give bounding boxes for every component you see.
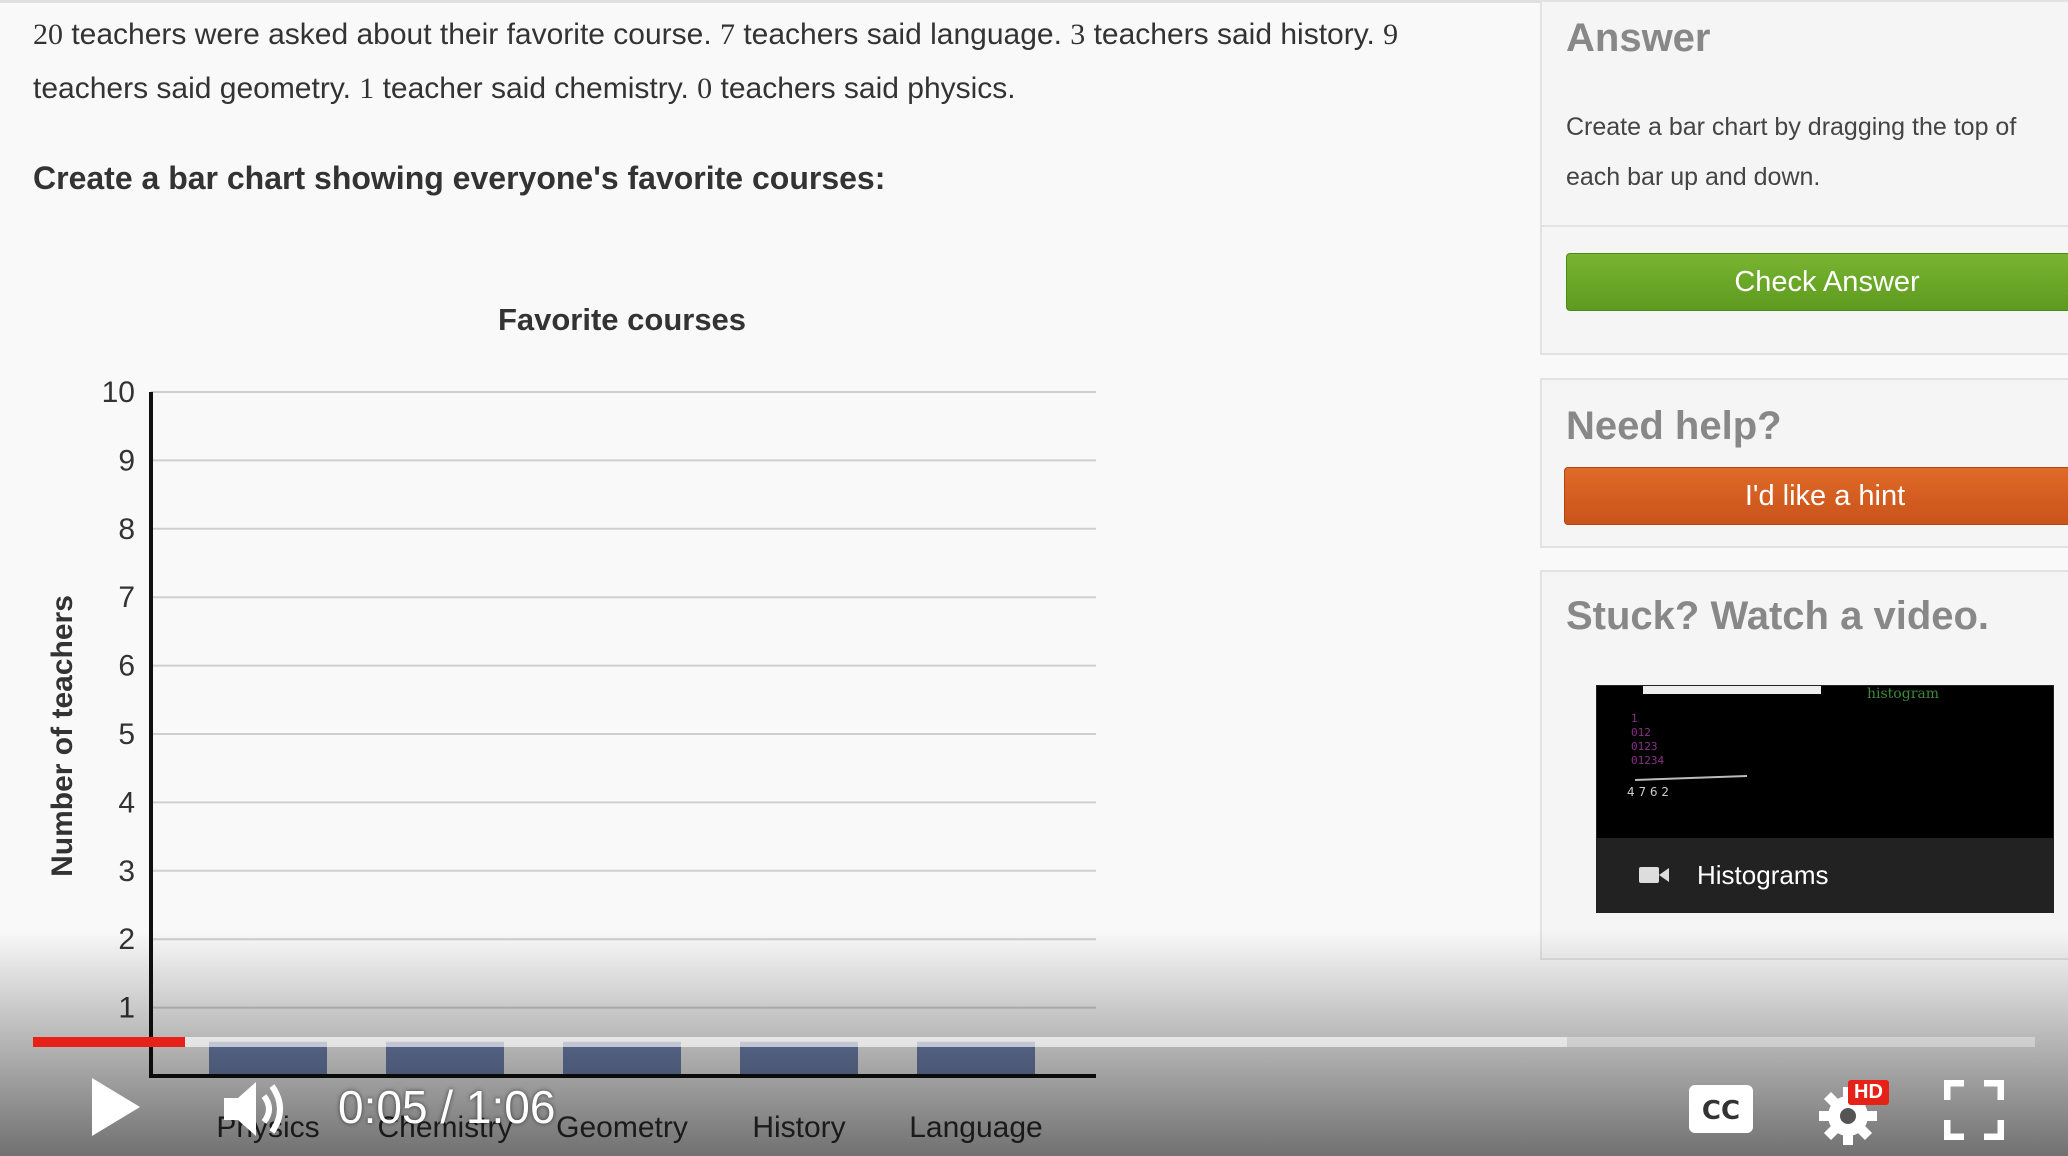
svg-text:1: 1 bbox=[1631, 712, 1638, 725]
cc-label: CC bbox=[1702, 1096, 1740, 1126]
divider bbox=[1542, 225, 2068, 227]
problem-text-4: teachers said geometry. bbox=[33, 72, 360, 105]
problem-text-1: teachers were asked about their favorite… bbox=[63, 18, 721, 51]
hd-badge: HD bbox=[1848, 1080, 1889, 1105]
video-preview-image: 1 012 0123 01234 4 7 6 2 histogram bbox=[1627, 686, 1939, 799]
answer-title: Answer bbox=[1566, 16, 1711, 60]
check-answer-button[interactable]: Check Answer bbox=[1566, 253, 2068, 311]
hint-button[interactable]: I'd like a hint bbox=[1564, 467, 2068, 525]
svg-text:histogram: histogram bbox=[1867, 686, 1939, 702]
svg-text:0123: 0123 bbox=[1631, 740, 1658, 753]
problem-text-5: teacher said chemistry. bbox=[374, 72, 698, 105]
number-physics: 0 bbox=[697, 72, 713, 105]
y-axis-label: Number of teachers bbox=[46, 595, 79, 877]
time-display: 0:05 / 1:06 bbox=[338, 1081, 556, 1133]
video-thumbnail[interactable]: 1 012 0123 01234 4 7 6 2 histogram Histo… bbox=[1596, 685, 2054, 913]
problem-text-3: teachers said history. bbox=[1085, 18, 1384, 51]
svg-text:012: 012 bbox=[1631, 726, 1651, 739]
number-geometry: 9 bbox=[1383, 18, 1399, 51]
number-chemistry: 1 bbox=[359, 72, 375, 105]
svg-text:01234: 01234 bbox=[1631, 754, 1664, 767]
settings-icon[interactable]: HD bbox=[1818, 1080, 1892, 1151]
problem-statement: 20 teachers were asked about their favor… bbox=[33, 8, 1473, 116]
y-tick-label: 5 bbox=[118, 718, 135, 751]
progress-buffered bbox=[33, 1037, 1567, 1047]
y-tick-labels: 12345678910 bbox=[102, 376, 135, 1025]
grid-lines bbox=[151, 391, 1096, 1009]
answer-description: Create a bar chart by dragging the top o… bbox=[1566, 113, 2017, 191]
y-tick-label: 3 bbox=[118, 855, 135, 888]
number-total: 20 bbox=[33, 18, 63, 51]
progress-played bbox=[33, 1037, 186, 1047]
y-tick-label: 10 bbox=[102, 376, 135, 409]
instruction-text: Create a bar chart showing everyone's fa… bbox=[33, 160, 886, 196]
answer-panel: Answer Create a bar chart by dragging th… bbox=[1540, 0, 2068, 355]
chart-title: Favorite courses bbox=[498, 302, 746, 337]
svg-text:4 7 6 2: 4 7 6 2 bbox=[1627, 785, 1669, 799]
problem-text-6: teachers said physics. bbox=[712, 72, 1016, 105]
progress-bar[interactable] bbox=[33, 1037, 2035, 1047]
y-tick-label: 8 bbox=[118, 513, 135, 546]
video-caption-bar: Histograms bbox=[1597, 838, 2053, 912]
play-icon[interactable] bbox=[88, 1074, 144, 1145]
fullscreen-icon[interactable] bbox=[1943, 1079, 2005, 1145]
problem-text-2: teachers said language. bbox=[735, 18, 1071, 51]
y-tick-label: 6 bbox=[118, 650, 135, 683]
video-camera-icon bbox=[1639, 864, 1669, 886]
volume-icon[interactable] bbox=[222, 1076, 294, 1147]
video-label: Histograms bbox=[1697, 859, 1829, 890]
video-title: Stuck? Watch a video. bbox=[1566, 594, 1990, 638]
number-language: 7 bbox=[720, 18, 736, 51]
help-title: Need help? bbox=[1566, 404, 1782, 448]
y-tick-label: 9 bbox=[118, 444, 135, 477]
y-tick-label: 4 bbox=[118, 786, 135, 819]
number-history: 3 bbox=[1070, 18, 1086, 51]
cc-icon[interactable]: CC bbox=[1688, 1084, 1754, 1139]
y-tick-label: 7 bbox=[118, 581, 135, 614]
